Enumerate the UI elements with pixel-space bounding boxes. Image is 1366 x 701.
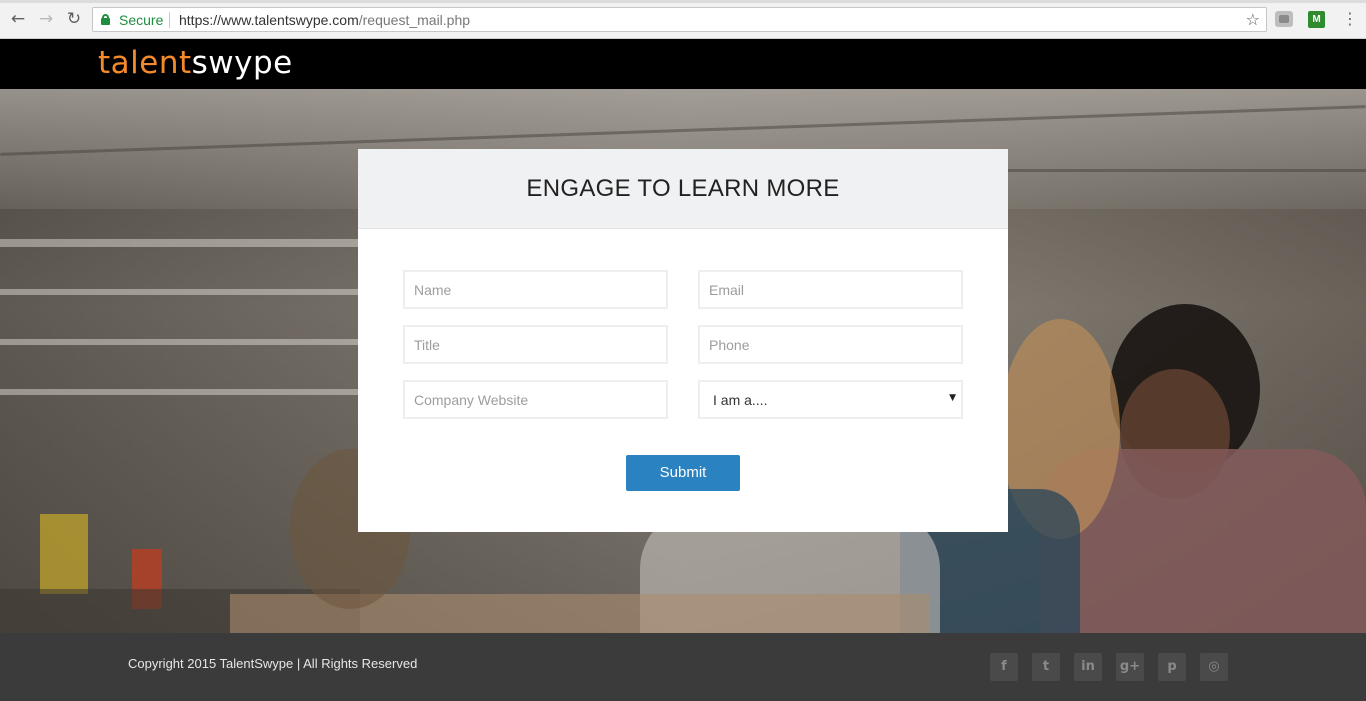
form-title: ENGAGE TO LEARN MORE [526, 175, 840, 202]
lock-icon [101, 14, 110, 25]
form-header: ENGAGE TO LEARN MORE [358, 149, 1008, 229]
secure-label: Secure [119, 12, 164, 28]
extension-m-icon[interactable]: M [1308, 11, 1325, 28]
role-select-value: I am a.... [713, 392, 768, 408]
company-website-input[interactable] [403, 380, 668, 419]
extension-icon[interactable] [1275, 11, 1293, 27]
logo-part-talent: talent [98, 45, 192, 81]
reload-icon: ↻ [66, 9, 82, 29]
tab-strip [0, 0, 1366, 3]
site-header: talentswype [0, 39, 1366, 89]
dropdown-arrow-icon: ▼ [949, 393, 956, 403]
site-logo[interactable]: talentswype [98, 43, 293, 83]
url-host: https://www.talentswype.com [179, 12, 359, 28]
url-path: /request_mail.php [358, 12, 471, 28]
star-icon[interactable]: ☆ [1246, 10, 1260, 29]
address-bar[interactable]: Secure https://www.talentswype.com/reque… [92, 7, 1267, 32]
pinterest-icon[interactable]: p [1158, 653, 1186, 681]
divider [169, 12, 170, 28]
dribbble-icon[interactable]: ◎ [1200, 653, 1228, 681]
reload-button[interactable]: ↻ [64, 9, 84, 29]
arrow-left-icon: ← [10, 9, 26, 29]
email-input[interactable] [698, 270, 963, 309]
google-plus-icon[interactable]: g+ [1116, 653, 1144, 681]
arrow-right-icon: → [38, 9, 54, 29]
site-footer: Copyright 2015 TalentSwype | All Rights … [0, 633, 1366, 701]
name-input[interactable] [403, 270, 668, 309]
request-form-card: ENGAGE TO LEARN MORE I am a.... ▼ Submit [358, 149, 1008, 532]
linkedin-icon[interactable]: in [1074, 653, 1102, 681]
role-select[interactable]: I am a.... ▼ [698, 380, 963, 419]
forward-button[interactable]: → [36, 9, 56, 29]
url-text[interactable]: https://www.talentswype.com/request_mail… [179, 12, 470, 28]
copyright-text: Copyright 2015 TalentSwype | All Rights … [128, 656, 418, 671]
kebab-menu-icon[interactable]: ⋮ [1342, 9, 1358, 29]
facebook-icon[interactable]: f [990, 653, 1018, 681]
submit-button[interactable]: Submit [626, 455, 740, 491]
phone-input[interactable] [698, 325, 963, 364]
title-input[interactable] [403, 325, 668, 364]
browser-toolbar: ← → ↻ Secure https://www.talentswype.com… [0, 0, 1366, 39]
back-button[interactable]: ← [8, 9, 28, 29]
logo-part-swype: swype [191, 45, 293, 81]
twitter-icon[interactable]: t [1032, 653, 1060, 681]
